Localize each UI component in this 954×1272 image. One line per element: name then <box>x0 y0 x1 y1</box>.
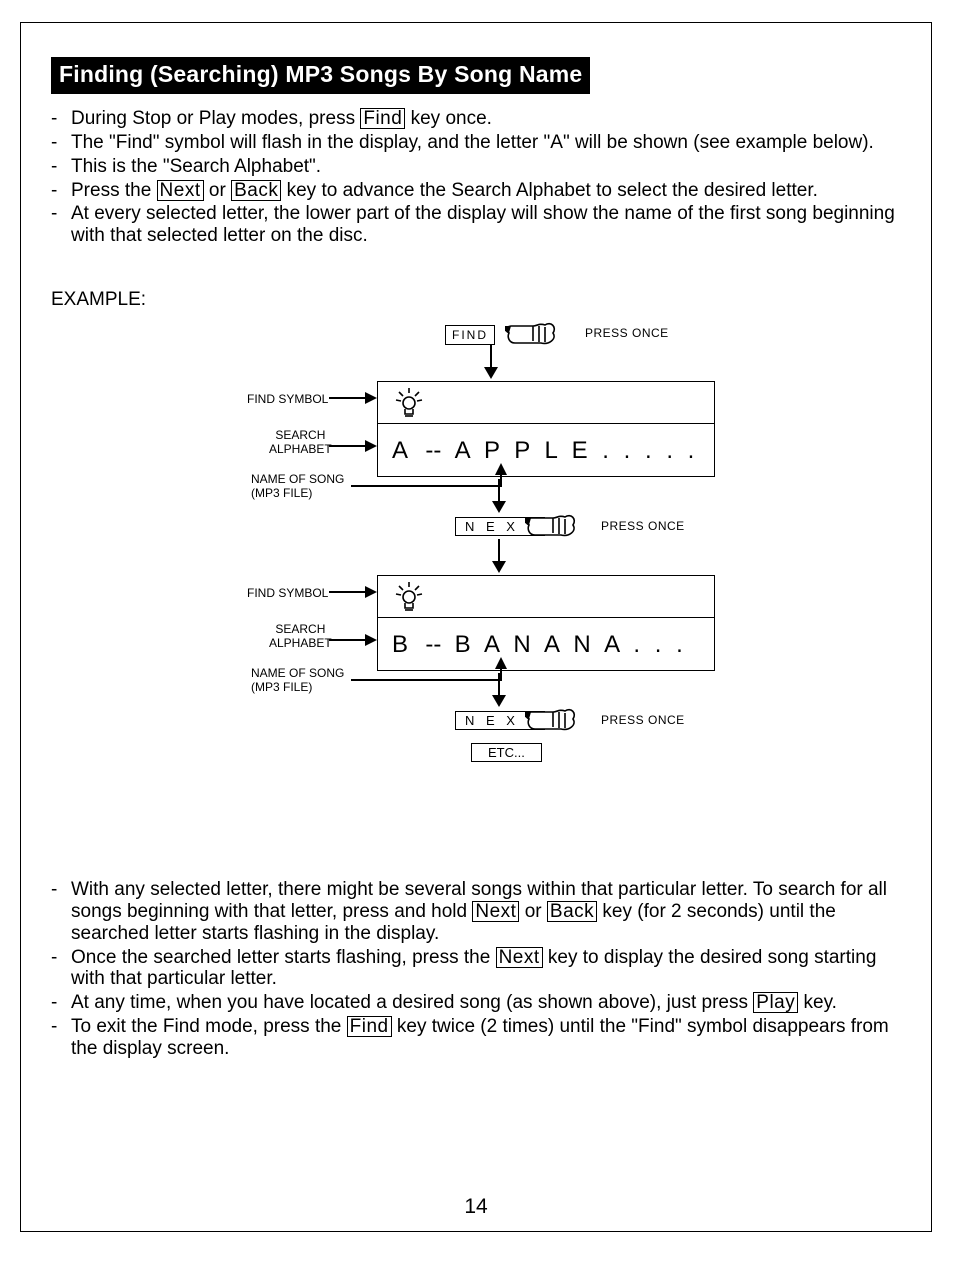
page-number: 14 <box>21 1195 931 1219</box>
song-name: B A N A N A . . . <box>455 631 687 659</box>
find-button: FIND <box>445 325 495 345</box>
key-label: Next <box>157 180 204 201</box>
list-item: - At any time, when you have located a d… <box>51 992 901 1014</box>
down-arrow-icon <box>489 673 509 707</box>
name-of-song-label: NAME OF SONG (MP3 FILE) <box>251 473 344 501</box>
bottom-bullet-list: - With any selected letter, there might … <box>51 879 901 1060</box>
find-symbol-icon <box>392 386 426 420</box>
pointing-hand-icon <box>503 317 573 347</box>
example-label: EXAMPLE: <box>51 289 901 311</box>
display-box-a: A -- A P P L E . . . . . <box>377 381 715 477</box>
key-label: Next <box>472 901 519 922</box>
list-item: - Press the Next or Back key to advance … <box>51 180 901 202</box>
key-label: Find <box>360 108 405 129</box>
section-title: Finding (Searching) MP3 Songs By Song Na… <box>51 57 590 94</box>
press-once-label: PRESS ONCE <box>585 326 669 340</box>
pointing-hand-icon <box>523 703 593 733</box>
find-symbol-label: FIND SYMBOL <box>247 587 328 601</box>
right-arrow-icon <box>329 585 377 599</box>
page-frame: Finding (Searching) MP3 Songs By Song Na… <box>20 22 932 1232</box>
display-box-b: B -- B A N A N A . . . <box>377 575 715 671</box>
down-arrow-icon <box>489 479 509 513</box>
list-item: - This is the "Search Alphabet". <box>51 156 901 178</box>
top-bullet-list: - During Stop or Play modes, press Find … <box>51 108 901 247</box>
example-diagram: FIND PRESS ONCE A -- A P P L E . . . . .… <box>201 311 901 841</box>
right-arrow-icon <box>329 633 377 647</box>
list-item: - At every selected letter, the lower pa… <box>51 203 901 247</box>
pointing-hand-icon <box>523 509 593 539</box>
find-symbol-label: FIND SYMBOL <box>247 393 328 407</box>
search-alphabet-label: SEARCH ALPHABET <box>269 623 332 651</box>
right-arrow-icon <box>329 391 377 405</box>
list-item: - The "Find" symbol will flash in the di… <box>51 132 901 154</box>
name-of-song-label: NAME OF SONG (MP3 FILE) <box>251 667 344 695</box>
key-label: Find <box>347 1016 392 1037</box>
list-item: - Once the searched letter starts flashi… <box>51 947 901 991</box>
find-symbol-icon <box>392 580 426 614</box>
down-arrow-icon <box>489 539 509 573</box>
song-name: A P P L E . . . . . <box>455 437 699 465</box>
press-once-label: PRESS ONCE <box>601 519 685 533</box>
key-label: Next <box>496 947 543 968</box>
key-label: Play <box>753 992 798 1013</box>
press-once-label: PRESS ONCE <box>601 713 685 727</box>
search-letter: B <box>392 631 412 659</box>
list-item: - With any selected letter, there might … <box>51 879 901 945</box>
down-arrow-icon <box>481 345 501 379</box>
list-item: - To exit the Find mode, press the Find … <box>51 1016 901 1060</box>
list-item: - During Stop or Play modes, press Find … <box>51 108 901 130</box>
etc-box: ETC... <box>471 743 542 762</box>
key-label: Back <box>231 180 281 201</box>
right-arrow-icon <box>329 439 377 453</box>
key-label: Back <box>547 901 597 922</box>
search-letter: A <box>392 437 412 465</box>
search-alphabet-label: SEARCH ALPHABET <box>269 429 332 457</box>
